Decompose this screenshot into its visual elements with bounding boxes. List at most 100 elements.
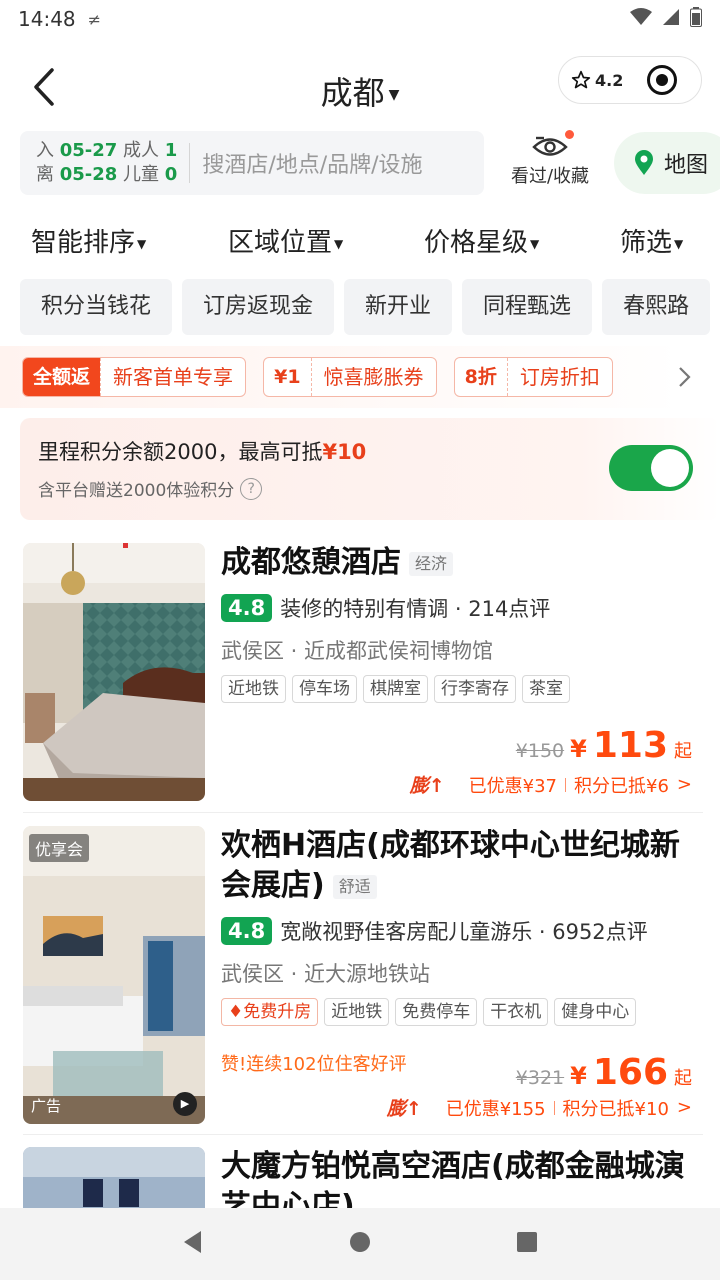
diamond-icon: ♦ xyxy=(228,1002,244,1022)
points-card: 里程积分余额2000，最高可抵¥10 含平台赠送2000体验积分? xyxy=(20,418,720,520)
promo-more-button[interactable] xyxy=(650,346,720,408)
close-miniprogram-icon[interactable] xyxy=(647,65,677,95)
square-recents-icon xyxy=(516,1232,537,1252)
praise-text: 赞!连续102位住客好评 xyxy=(221,1054,407,1075)
points-sub: 含平台赠送2000体验积分? xyxy=(38,476,263,501)
inflate-badge: 膨↑ xyxy=(386,1098,422,1120)
currency-symbol: ¥ xyxy=(570,1062,587,1090)
child-count: 0 xyxy=(164,164,178,185)
child-label: 儿童 xyxy=(123,164,160,185)
mini-program-capsule: 4.2 xyxy=(558,56,702,104)
caret-down-icon: ▼ xyxy=(137,236,147,251)
favorite-rating-button[interactable]: 4.2 xyxy=(559,70,635,90)
discount-row[interactable]: 膨↑ 已优惠¥37 积分已抵¥6 > xyxy=(410,771,692,798)
help-icon[interactable]: ? xyxy=(240,477,263,500)
chip-new-open[interactable]: 新开业 xyxy=(344,279,453,335)
sort-label: 价格星级 xyxy=(424,228,529,258)
star-icon xyxy=(571,70,591,89)
facility-tag: 健身中心 xyxy=(554,998,637,1026)
status-time: 14:48 xyxy=(18,7,76,31)
caret-down-icon: ▼ xyxy=(334,236,344,251)
rating-score: 4.8 xyxy=(221,917,273,945)
chip-points[interactable]: 积分当钱花 xyxy=(20,279,173,335)
points-balance-text: 里程积分余额2000，最高可抵 xyxy=(38,440,323,464)
hotel-name[interactable]: 欢栖H酒店(成都环球中心世纪城新会展店) 舒适 xyxy=(221,826,701,906)
promo-coupon[interactable]: 8折 订房折扣 xyxy=(453,357,613,397)
sort-area[interactable]: 区域位置 ▼ xyxy=(228,222,343,259)
discount-text: 已优惠¥155 xyxy=(445,1098,546,1120)
nav-back-button[interactable] xyxy=(181,1229,205,1259)
promo-coupon[interactable]: 全额返 新客首单专享 xyxy=(22,357,247,397)
hotel-name-text: 欢栖H酒店(成都环球中心世纪城新会展店) xyxy=(221,828,680,903)
chevron-right-icon: > xyxy=(676,1097,692,1118)
divider xyxy=(189,143,191,183)
facility-tag: 棋牌室 xyxy=(363,675,428,703)
sort-label: 智能排序 xyxy=(31,228,136,258)
map-button[interactable]: 地图 xyxy=(614,132,720,194)
price-suffix: 起 xyxy=(674,1068,692,1089)
points-text: 里程积分余额2000，最高可抵¥10 xyxy=(38,436,366,466)
search-input[interactable]: 搜酒店/地点/品牌/设施 xyxy=(202,147,422,179)
hotel-location: 武侯区 · 近成都武侯祠博物馆 xyxy=(221,639,494,663)
adult-count: 1 xyxy=(164,140,178,161)
original-price: ¥321 xyxy=(515,1067,565,1089)
facility-tag: 茶室 xyxy=(522,675,570,703)
play-icon[interactable]: ▶ xyxy=(173,1092,197,1116)
hotel-photo[interactable] xyxy=(23,1147,205,1208)
chip-chunxi-road[interactable]: 春熙路 xyxy=(602,279,711,335)
cell-signal-icon xyxy=(662,7,680,31)
score-row: 4.8 宽敞视野佳客房配儿童游乐 · 6952点评 xyxy=(221,916,701,946)
upgrade-tag: ♦免费升房 xyxy=(221,998,319,1026)
current-price: 166 xyxy=(592,1052,668,1093)
review-summary: 宽敞视野佳客房配儿童游乐 · 6952点评 xyxy=(280,920,648,944)
adult-label: 成人 xyxy=(123,140,160,161)
data-saver-icon: ≠ xyxy=(87,9,102,29)
divider xyxy=(23,1134,703,1135)
chip-selected[interactable]: 同程甄选 xyxy=(462,279,593,335)
nav-recents-button[interactable] xyxy=(515,1230,539,1258)
promo-coupon[interactable]: ¥1 惊喜膨胀券 xyxy=(263,357,437,397)
facility-tag: 停车场 xyxy=(292,675,357,703)
checkout-date: 05-28 xyxy=(59,164,118,185)
coupon-tag: ¥1 xyxy=(274,366,301,388)
hotel-location: 武侯区 · 近大源地铁站 xyxy=(221,962,431,986)
history-favorites-button[interactable]: 看过/收藏 xyxy=(500,130,600,196)
sort-price-star[interactable]: 价格星级 ▼ xyxy=(424,222,539,259)
date-guest-selector[interactable]: 入 05-27 成人 1 离 05-28 儿童 0 xyxy=(36,139,177,187)
hotel-card[interactable]: 优享会 广告 ▶ 欢栖H酒店(成都环球中心世纪城新会展店) 舒适 4.8 宽敞视野… xyxy=(0,826,720,1126)
sort-smart[interactable]: 智能排序 ▼ xyxy=(31,222,146,259)
hotel-name[interactable]: 成都悠憩酒店 经济 xyxy=(221,543,701,583)
sort-filter[interactable]: 筛选 ▼ xyxy=(620,222,683,259)
circle-home-icon xyxy=(349,1232,370,1252)
caret-down-icon: ▼ xyxy=(530,236,540,251)
capsule-rating-value: 4.2 xyxy=(595,70,624,90)
points-toggle[interactable] xyxy=(609,445,693,491)
hotel-photo[interactable]: 优享会 广告 ▶ xyxy=(23,826,205,1124)
room-image xyxy=(23,543,205,801)
nav-home-button[interactable] xyxy=(348,1230,372,1258)
notification-dot xyxy=(565,130,574,139)
hotel-photo[interactable] xyxy=(23,543,205,801)
hotel-info: 欢栖H酒店(成都环球中心世纪城新会展店) 舒适 4.8 宽敞视野佳客房配儿童游乐 … xyxy=(221,826,701,1026)
facility-tags: 近地铁 停车场 棋牌室 行李寄存 茶室 xyxy=(221,675,701,703)
points-max-amount: ¥10 xyxy=(322,440,367,464)
search-bar[interactable]: 入 05-27 成人 1 离 05-28 儿童 0 搜酒店/地点/品牌/设施 xyxy=(20,131,484,195)
discount-row[interactable]: 膨↑ 已优惠¥155 积分已抵¥10 > xyxy=(387,1094,692,1121)
hotel-info: 大魔方铂悦高空酒店(成都金融城演艺中心店) xyxy=(221,1147,701,1208)
chevron-right-icon xyxy=(679,367,691,387)
rating-score: 4.8 xyxy=(221,594,273,622)
hotel-name[interactable]: 大魔方铂悦高空酒店(成都金融城演艺中心店) xyxy=(221,1147,701,1208)
sort-label: 筛选 xyxy=(620,228,673,258)
room-image xyxy=(23,826,205,1124)
hotel-card[interactable]: 大魔方铂悦高空酒店(成都金融城演艺中心店) xyxy=(0,1147,720,1208)
checkin-label: 入 xyxy=(36,140,54,161)
hotel-card[interactable]: 成都悠憩酒店 经济 4.8 装修的特别有情调 · 214点评 武侯区 · 近成都武… xyxy=(0,543,720,803)
facility-tags: ♦免费升房 近地铁 免费停车 干衣机 健身中心 xyxy=(221,998,701,1026)
hotel-image xyxy=(23,1147,205,1208)
chip-cashback[interactable]: 订房返现金 xyxy=(182,279,335,335)
chevron-right-icon: > xyxy=(676,774,692,795)
currency-symbol: ¥ xyxy=(570,735,587,763)
hotel-grade: 舒适 xyxy=(332,874,377,899)
toggle-knob xyxy=(651,449,689,487)
points-deduct-text: 积分已抵¥6 xyxy=(574,775,669,797)
